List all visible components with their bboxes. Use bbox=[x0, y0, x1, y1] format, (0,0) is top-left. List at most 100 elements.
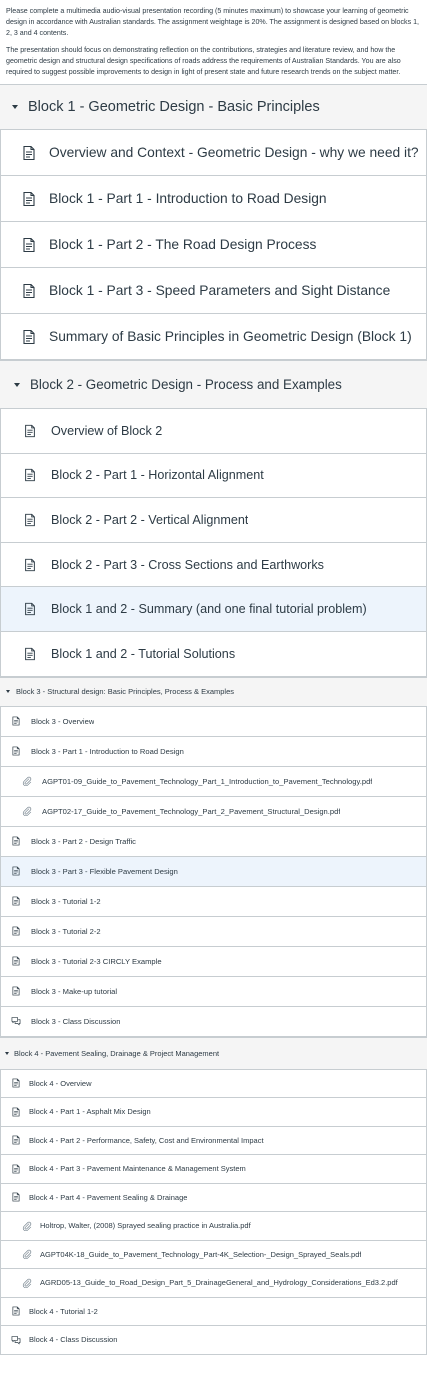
module-item[interactable]: Block 3 - Tutorial 2-2 bbox=[0, 916, 427, 947]
module-title: Block 2 - Geometric Design - Process and… bbox=[30, 377, 342, 392]
module-item-link[interactable]: Block 4 - Tutorial 1-2 bbox=[29, 1307, 98, 1316]
module-item[interactable]: Block 3 - Part 2 - Design Traffic bbox=[0, 826, 427, 857]
module-item[interactable]: AGRD05-13_Guide_to_Road_Design_Part_5_Dr… bbox=[0, 1269, 427, 1298]
module-item-link[interactable]: Block 4 - Part 1 - Asphalt Mix Design bbox=[29, 1107, 151, 1116]
attachment-icon bbox=[21, 1278, 33, 1288]
page-icon bbox=[21, 424, 39, 438]
module-item[interactable]: Block 3 - Make-up tutorial bbox=[0, 976, 427, 1007]
module-item-link[interactable]: Block 3 - Part 1 - Introduction to Road … bbox=[31, 747, 184, 756]
discussion-icon bbox=[10, 1016, 22, 1026]
module-header[interactable]: Block 1 - Geometric Design - Basic Princ… bbox=[0, 84, 427, 130]
module-item[interactable]: AGPT02-17_Guide_to_Pavement_Technology_P… bbox=[0, 796, 427, 827]
module-item-link[interactable]: Block 3 - Part 3 - Flexible Pavement Des… bbox=[31, 867, 178, 876]
collapse-caret-icon[interactable] bbox=[5, 1051, 9, 1055]
intro-paragraph: Please complete a multimedia audio-visua… bbox=[6, 7, 419, 37]
module-item-link[interactable]: Block 3 - Tutorial 1-2 bbox=[31, 897, 101, 906]
module-item[interactable]: Block 2 - Part 3 - Cross Sections and Ea… bbox=[0, 542, 427, 588]
assignment-description: Please complete a multimedia audio-visua… bbox=[0, 0, 427, 78]
module-block-2: Block 2 - Geometric Design - Process and… bbox=[0, 360, 427, 677]
module-item[interactable]: Block 1 - Part 1 - Introduction to Road … bbox=[0, 176, 427, 222]
module-item-link[interactable]: Block 2 - Part 1 - Horizontal Alignment bbox=[51, 468, 264, 482]
page-icon bbox=[10, 926, 22, 936]
module-item-link[interactable]: Holtrop, Walter, (2008) Sprayed sealing … bbox=[40, 1221, 251, 1230]
page-icon bbox=[19, 237, 39, 253]
page-icon bbox=[19, 145, 39, 161]
module-item-link[interactable]: Block 4 - Part 4 - Pavement Sealing & Dr… bbox=[29, 1193, 187, 1202]
module-item-link[interactable]: Block 1 - Part 1 - Introduction to Road … bbox=[49, 191, 327, 206]
module-item-link[interactable]: Overview of Block 2 bbox=[51, 424, 162, 438]
module-item-link[interactable]: Block 2 - Part 2 - Vertical Alignment bbox=[51, 513, 248, 527]
page-icon bbox=[10, 746, 22, 756]
module-item[interactable]: Block 4 - Part 3 - Pavement Maintenance … bbox=[0, 1155, 427, 1184]
module-item-link[interactable]: Block 4 - Part 2 - Performance, Safety, … bbox=[29, 1136, 264, 1145]
module-item-link[interactable]: Block 2 - Part 3 - Cross Sections and Ea… bbox=[51, 558, 324, 572]
page-icon bbox=[10, 716, 22, 726]
collapse-caret-icon[interactable] bbox=[12, 105, 18, 109]
module-header[interactable]: Block 4 - Pavement Sealing, Drainage & P… bbox=[0, 1036, 427, 1070]
page-icon bbox=[10, 1135, 22, 1145]
module-item-link[interactable]: Block 3 - Make-up tutorial bbox=[31, 987, 117, 996]
module-item[interactable]: Block 3 - Tutorial 2-3 CIRCLY Example bbox=[0, 946, 427, 977]
module-header[interactable]: Block 2 - Geometric Design - Process and… bbox=[0, 360, 427, 409]
module-item-link[interactable]: Summary of Basic Principles in Geometric… bbox=[49, 329, 412, 344]
module-item-link[interactable]: Block 3 - Overview bbox=[31, 717, 94, 726]
module-item-link[interactable]: Block 1 - Part 3 - Speed Parameters and … bbox=[49, 283, 390, 298]
module-item[interactable]: Block 4 - Tutorial 1-2 bbox=[0, 1297, 427, 1327]
page-icon bbox=[19, 283, 39, 299]
module-item-link[interactable]: Block 3 - Tutorial 2-3 CIRCLY Example bbox=[31, 957, 162, 966]
module-item-link[interactable]: AGPT02-17_Guide_to_Pavement_Technology_P… bbox=[42, 807, 340, 816]
module-item[interactable]: AGPT04K-18_Guide_to_Pavement_Technology_… bbox=[0, 1240, 427, 1270]
module-title: Block 1 - Geometric Design - Basic Princ… bbox=[28, 99, 320, 115]
module-item[interactable]: Block 4 - Class Discussion bbox=[0, 1326, 427, 1355]
module-item[interactable]: Block 1 - Part 2 - The Road Design Proce… bbox=[0, 222, 427, 268]
page-icon bbox=[21, 558, 39, 572]
module-item-link[interactable]: Block 3 - Class Discussion bbox=[31, 1017, 120, 1026]
module-item[interactable]: Block 1 - Part 3 - Speed Parameters and … bbox=[0, 268, 427, 314]
module-item[interactable]: Block 3 - Class Discussion bbox=[0, 1006, 427, 1037]
module-item-link[interactable]: Block 1 and 2 - Tutorial Solutions bbox=[51, 647, 235, 661]
attachment-icon bbox=[21, 1221, 33, 1231]
module-item-link[interactable]: Block 4 - Class Discussion bbox=[29, 1335, 117, 1344]
page-icon bbox=[21, 647, 39, 661]
module-item[interactable]: Block 4 - Part 4 - Pavement Sealing & Dr… bbox=[0, 1183, 427, 1213]
module-item[interactable]: Block 4 - Overview bbox=[0, 1069, 427, 1099]
module-item-link[interactable]: AGPT04K-18_Guide_to_Pavement_Technology_… bbox=[40, 1250, 361, 1259]
page-icon bbox=[10, 866, 22, 876]
attachment-icon bbox=[21, 806, 33, 817]
module-item[interactable]: Block 4 - Part 1 - Asphalt Mix Design bbox=[0, 1098, 427, 1127]
page-icon bbox=[10, 1192, 22, 1202]
module-item-link[interactable]: AGPT01-09_Guide_to_Pavement_Technology_P… bbox=[42, 777, 372, 786]
collapse-caret-icon[interactable] bbox=[6, 690, 10, 694]
module-item[interactable]: Block 4 - Part 2 - Performance, Safety, … bbox=[0, 1126, 427, 1156]
page-icon bbox=[10, 896, 22, 906]
page-icon bbox=[21, 513, 39, 527]
module-item[interactable]: Block 3 - Tutorial 1-2 bbox=[0, 886, 427, 917]
module-item-link[interactable]: AGRD05-13_Guide_to_Road_Design_Part_5_Dr… bbox=[40, 1278, 398, 1287]
page-icon bbox=[10, 1164, 22, 1174]
module-item[interactable]: Block 3 - Part 3 - Flexible Pavement Des… bbox=[0, 856, 427, 887]
module-item[interactable]: Overview of Block 2 bbox=[0, 409, 427, 454]
page-icon bbox=[10, 1078, 22, 1088]
module-item-link[interactable]: Block 4 - Part 3 - Pavement Maintenance … bbox=[29, 1164, 246, 1173]
module-item-link[interactable]: Block 1 and 2 - Summary (and one final t… bbox=[51, 602, 367, 616]
module-item[interactable]: AGPT01-09_Guide_to_Pavement_Technology_P… bbox=[0, 766, 427, 797]
module-item[interactable]: Holtrop, Walter, (2008) Sprayed sealing … bbox=[0, 1212, 427, 1241]
module-item[interactable]: Block 3 - Part 1 - Introduction to Road … bbox=[0, 736, 427, 767]
module-item[interactable]: Block 1 and 2 - Tutorial Solutions bbox=[0, 631, 427, 677]
module-item[interactable]: Overview and Context - Geometric Design … bbox=[0, 130, 427, 176]
module-item[interactable]: Block 1 and 2 - Summary (and one final t… bbox=[0, 587, 427, 632]
module-item-link[interactable]: Block 4 - Overview bbox=[29, 1079, 92, 1088]
attachment-icon bbox=[21, 776, 33, 787]
module-item-link[interactable]: Block 3 - Part 2 - Design Traffic bbox=[31, 837, 136, 846]
module-item[interactable]: Block 2 - Part 2 - Vertical Alignment bbox=[0, 498, 427, 543]
collapse-caret-icon[interactable] bbox=[14, 382, 20, 387]
module-item-link[interactable]: Overview and Context - Geometric Design … bbox=[49, 145, 419, 160]
module-header[interactable]: Block 3 - Structural design: Basic Princ… bbox=[0, 676, 427, 707]
module-item[interactable]: Block 3 - Overview bbox=[0, 706, 427, 737]
module-item-link[interactable]: Block 1 - Part 2 - The Road Design Proce… bbox=[49, 237, 316, 252]
attachment-icon bbox=[21, 1249, 33, 1260]
module-item[interactable]: Block 2 - Part 1 - Horizontal Alignment bbox=[0, 453, 427, 499]
page-icon bbox=[10, 986, 22, 996]
module-item[interactable]: Summary of Basic Principles in Geometric… bbox=[0, 314, 427, 360]
module-item-link[interactable]: Block 3 - Tutorial 2-2 bbox=[31, 927, 101, 936]
